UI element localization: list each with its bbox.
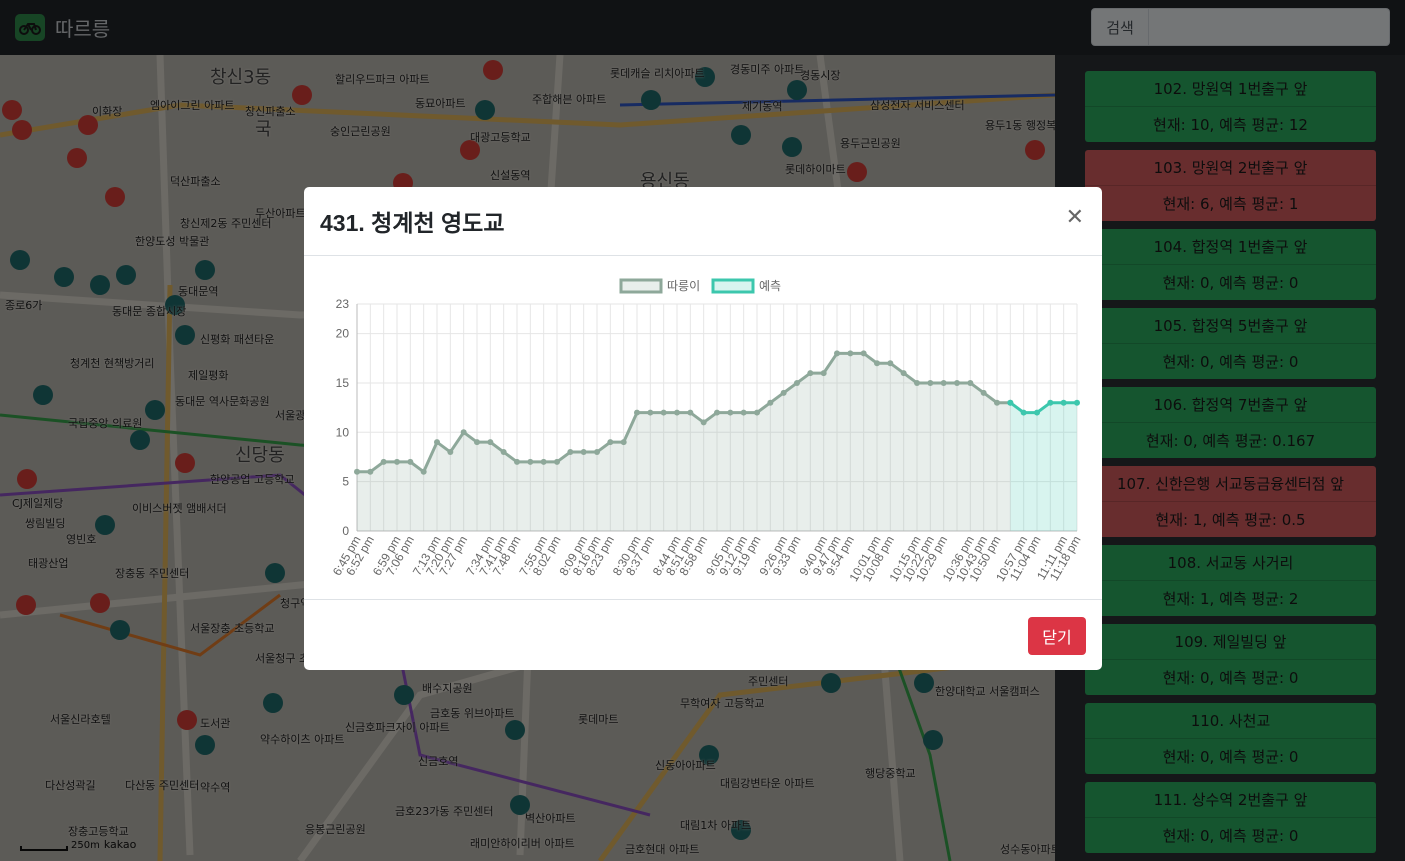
forecast-chart: 05101520236:45 pm6:52 pm6:59 pm7:06 pm7:…: [330, 278, 1084, 584]
y-tick-label: 0: [342, 524, 349, 538]
data-point: [447, 449, 454, 456]
modal-footer: 닫기: [304, 599, 1102, 670]
data-point: [940, 379, 947, 386]
data-point: [367, 468, 374, 475]
series-area: [1010, 402, 1077, 531]
y-tick-label: 23: [336, 297, 350, 311]
legend-label: 예측: [759, 279, 781, 293]
data-point: [1034, 409, 1040, 416]
data-point: [500, 449, 507, 456]
data-point: [420, 468, 427, 475]
modal-title: 431. 청계천 영도교: [320, 210, 505, 236]
data-point: [540, 458, 547, 465]
modal-header: 431. 청계천 영도교 ✕: [304, 187, 1102, 256]
data-point: [660, 409, 667, 416]
data-point: [834, 350, 840, 357]
legend-swatch: [711, 278, 755, 294]
data-point: [527, 458, 534, 465]
data-point: [727, 409, 734, 416]
data-point: [394, 458, 400, 465]
data-point: [1020, 409, 1027, 416]
y-tick-label: 15: [336, 376, 350, 390]
data-point: [460, 429, 467, 436]
data-point: [807, 370, 814, 377]
data-point: [967, 379, 974, 386]
data-point: [927, 379, 934, 386]
data-point: [860, 350, 867, 357]
data-point: [900, 370, 907, 377]
data-point: [620, 439, 627, 446]
data-point: [580, 449, 587, 456]
data-point: [700, 419, 707, 426]
data-point: [767, 399, 774, 406]
data-point: [887, 360, 894, 367]
station-modal: 431. 청계천 영도교 ✕ 0 5 10 15 20 23 6:45 pm 6:52 pm 6…: [304, 187, 1102, 670]
data-point: [847, 350, 854, 357]
data-point: [487, 439, 494, 446]
data-point: [780, 389, 787, 396]
data-point: [1047, 399, 1054, 406]
data-point: [380, 458, 387, 465]
data-point: [914, 379, 920, 386]
data-point: [820, 370, 827, 377]
data-point: [354, 468, 360, 475]
y-tick-label: 20: [336, 327, 350, 341]
data-point: [474, 439, 480, 446]
data-point: [634, 409, 640, 416]
data-point: [567, 449, 574, 456]
data-point: [554, 458, 560, 465]
data-point: [687, 409, 694, 416]
data-point: [594, 449, 600, 456]
close-icon[interactable]: ✕: [1066, 205, 1084, 230]
data-point: [994, 399, 1000, 406]
modal-body: 0 5 10 15 20 23 6:45 pm 6:52 pm 6:59 pm 7:06 pm 7:…: [304, 256, 1102, 599]
data-point: [794, 379, 800, 386]
data-point: [980, 389, 987, 396]
data-point: [607, 439, 614, 446]
legend-label: 따릉이: [667, 279, 700, 293]
close-button[interactable]: 닫기: [1028, 617, 1086, 655]
data-point: [1007, 399, 1014, 406]
data-point: [740, 409, 747, 416]
data-point: [874, 360, 880, 367]
data-point: [954, 379, 960, 386]
data-point: [514, 458, 520, 465]
data-point: [714, 409, 720, 416]
legend-swatch: [619, 278, 663, 294]
data-point: [1074, 399, 1080, 406]
data-point: [434, 439, 440, 446]
data-point: [1060, 399, 1067, 406]
data-point: [647, 409, 654, 416]
data-point: [674, 409, 680, 416]
data-point: [754, 409, 760, 416]
data-point: [407, 458, 414, 465]
y-tick-label: 10: [336, 425, 350, 439]
y-tick-label: 5: [342, 475, 349, 489]
